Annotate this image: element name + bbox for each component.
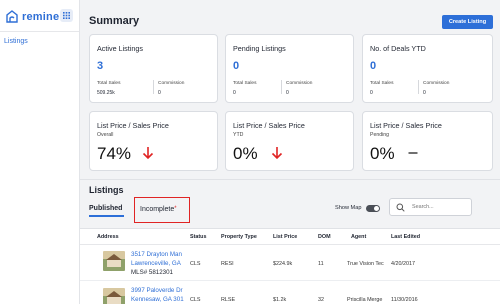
stat-card-title: Pending Listings: [233, 44, 286, 53]
kpi-title: List Price / Sales Price: [370, 121, 442, 130]
kpi-value: 74%: [97, 144, 132, 163]
stat-card-title: Active Listings: [97, 44, 143, 53]
stat-divider: [153, 80, 154, 94]
dash-icon: [408, 152, 418, 154]
arrow-down-icon: [271, 147, 283, 160]
commission-label: Commission: [158, 81, 185, 86]
apps-grid-button[interactable]: [60, 9, 73, 22]
kpi-card-overall[interactable]: List Price / Sales Price Overall 74%: [89, 111, 218, 171]
commission-value: 0: [286, 90, 289, 96]
column-header-last-edited[interactable]: Last Edited: [391, 234, 420, 240]
listings-title: Listings: [89, 185, 124, 195]
remine-logo-icon: [6, 10, 18, 23]
stat-card-deals-ytd[interactable]: No. of Deals YTD 0 Total Sales 0 Commiss…: [362, 34, 493, 103]
tab-incomplete[interactable]: Incomplete*: [134, 197, 190, 223]
arrow-down-icon: [142, 147, 154, 160]
table-row[interactable]: 3997 Paloverde Dr Kennesaw, GA 301 CLS R…: [80, 282, 500, 304]
property-type-cell: RESI: [221, 261, 234, 267]
listing-photo[interactable]: [103, 251, 125, 271]
total-sales-value: 509.25k: [97, 90, 115, 96]
column-header-address[interactable]: Address: [97, 234, 119, 240]
status-cell: CLS: [190, 297, 201, 303]
column-header-dom[interactable]: DOM: [318, 234, 331, 240]
last-edited-cell: 11/30/2016: [391, 297, 418, 303]
address-line2[interactable]: Kennesaw, GA 301: [131, 296, 184, 303]
kpi-value: 0%: [233, 144, 258, 163]
kpi-card-ytd[interactable]: List Price / Sales Price YTD 0%: [225, 111, 354, 171]
dom-cell: 32: [318, 297, 324, 303]
commission-value: 0: [423, 90, 426, 96]
stat-card-value: 0: [233, 60, 240, 72]
search-icon: [396, 203, 405, 212]
last-edited-cell: 4/20/2017: [391, 261, 415, 267]
list-price-cell: $224.9k: [273, 261, 293, 267]
listing-photo[interactable]: [103, 288, 125, 304]
stat-card-pending-listings[interactable]: Pending Listings 0 Total Sales 0 Commiss…: [225, 34, 354, 103]
address-line1[interactable]: 3517 Drayton Man: [131, 251, 182, 258]
stat-card-active-listings[interactable]: Active Listings 3 Total Sales 509.25k Co…: [89, 34, 218, 103]
section-divider: [80, 179, 500, 180]
kpi-subtitle: Overall: [97, 132, 114, 138]
stat-divider: [418, 80, 419, 94]
table-row[interactable]: 3517 Drayton Man Lawrenceville, GA MLS# …: [80, 245, 500, 281]
show-map-toggle[interactable]: [366, 205, 380, 212]
total-sales-value: 0: [370, 90, 373, 96]
column-header-list-price[interactable]: List Price: [273, 234, 297, 240]
stat-card-value: 3: [97, 60, 104, 72]
tab-published[interactable]: Published: [89, 205, 122, 212]
stat-card-value: 0: [370, 60, 377, 72]
stat-divider: [281, 80, 282, 94]
toggle-knob: [374, 206, 379, 211]
brand-name: remine: [22, 11, 60, 23]
total-sales-value: 0: [233, 90, 236, 96]
total-sales-label: Total Sales: [233, 81, 257, 86]
show-map-label: Show Map: [335, 205, 362, 211]
sidebar-item-listings[interactable]: Listings: [4, 38, 28, 45]
brand-logo[interactable]: remine: [5, 9, 59, 25]
agent-cell: True Vision Tec: [347, 261, 384, 267]
column-header-agent[interactable]: Agent: [351, 234, 366, 240]
column-header-status[interactable]: Status: [190, 234, 206, 240]
kpi-subtitle: YTD: [233, 132, 244, 138]
kpi-subtitle: Pending: [370, 132, 390, 138]
property-type-cell: RLSE: [221, 297, 236, 303]
incomplete-marker: *: [174, 206, 177, 212]
agent-cell: Priscilla Merge: [347, 297, 383, 303]
stat-card-title: No. of Deals YTD: [370, 44, 426, 53]
address-line1[interactable]: 3997 Paloverde Dr: [131, 287, 183, 294]
listings-table: Address Status Property Type List Price …: [80, 228, 500, 304]
commission-label: Commission: [286, 81, 313, 86]
tab-incomplete-label: Incomplete*: [140, 206, 177, 213]
status-cell: CLS: [190, 261, 201, 267]
kpi-title: List Price / Sales Price: [97, 121, 169, 130]
kpi-value: 0%: [370, 144, 395, 163]
kpi-card-pending[interactable]: List Price / Sales Price Pending 0%: [362, 111, 493, 171]
page-title: Summary: [89, 15, 140, 27]
list-price-cell: $1.2k: [273, 297, 287, 303]
mls-number: MLS# 5812301: [131, 269, 173, 276]
column-header-property-type[interactable]: Property Type: [221, 234, 257, 240]
commission-value: 0: [158, 90, 161, 96]
total-sales-label: Total Sales: [97, 81, 121, 86]
active-tab-indicator: [89, 215, 124, 217]
address-line2[interactable]: Lawrenceville, GA: [131, 260, 181, 267]
search-box[interactable]: [389, 198, 472, 216]
sidebar: remine Listings: [0, 0, 80, 304]
dom-cell: 11: [318, 261, 324, 267]
sidebar-divider: [0, 31, 79, 32]
grid-icon: [63, 12, 70, 19]
create-listing-button[interactable]: Create Listing: [442, 15, 493, 29]
commission-label: Commission: [423, 81, 450, 86]
kpi-title: List Price / Sales Price: [233, 121, 305, 130]
total-sales-label: Total Sales: [370, 81, 394, 86]
search-input[interactable]: [412, 202, 470, 212]
